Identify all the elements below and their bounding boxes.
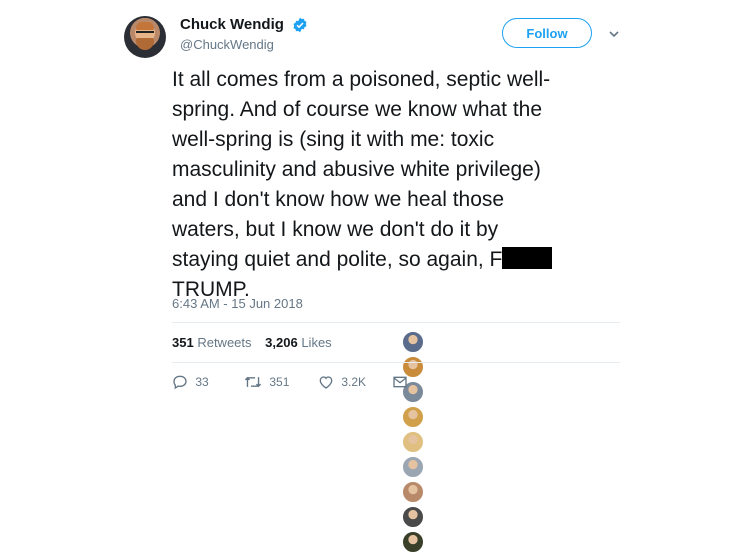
likes-stat[interactable]: 3,206 Likes bbox=[265, 330, 332, 356]
chevron-down-icon[interactable] bbox=[608, 28, 620, 40]
tweet-card: Chuck Wendig @ChuckWendig Follow It all … bbox=[110, 0, 630, 553]
tweet-text: It all comes from a poisoned, septic wel… bbox=[172, 65, 612, 305]
retweets-label: Retweets bbox=[197, 335, 252, 350]
tweet-text-line: spring. And of course we know what the bbox=[172, 98, 543, 121]
tweet-timestamp[interactable]: 6:43 AM - 15 Jun 2018 bbox=[172, 296, 303, 311]
reply-button[interactable]: 33 bbox=[172, 370, 209, 392]
tweet-text-line: It all comes from a poisoned, septic wel… bbox=[172, 68, 551, 91]
redaction-block bbox=[502, 247, 553, 269]
divider bbox=[172, 322, 620, 323]
reply-icon bbox=[173, 375, 187, 390]
tweet-text-line: masculinity and abusive white privilege) bbox=[172, 158, 541, 181]
liker-avatar[interactable] bbox=[402, 481, 424, 503]
like-button[interactable]: 3.2K bbox=[318, 370, 366, 392]
liker-avatars bbox=[402, 331, 427, 553]
liker-avatar[interactable] bbox=[402, 431, 424, 453]
liker-avatar[interactable] bbox=[402, 406, 424, 428]
author-name-block[interactable]: Chuck Wendig @ChuckWendig bbox=[180, 16, 308, 52]
heart-icon bbox=[319, 376, 333, 389]
retweet-count: 351 bbox=[269, 374, 290, 389]
likes-label: Likes bbox=[301, 335, 332, 350]
retweets-count: 351 bbox=[172, 335, 194, 350]
author-avatar[interactable] bbox=[124, 16, 166, 58]
tweet-text-line: and I don't know how we heal those bbox=[172, 188, 505, 211]
author-handle[interactable]: @ChuckWendig bbox=[180, 37, 308, 52]
direct-message-button[interactable] bbox=[392, 370, 408, 392]
tweet-text-line: waters, but I know we don't do it by bbox=[172, 218, 499, 241]
divider bbox=[172, 362, 620, 363]
follow-button[interactable]: Follow bbox=[502, 18, 592, 48]
retweets-stat[interactable]: 351 Retweets bbox=[172, 330, 252, 356]
liker-avatar[interactable] bbox=[402, 331, 424, 353]
author-display-name[interactable]: Chuck Wendig bbox=[180, 16, 284, 33]
engagement-stats: 351 Retweets 3,206 Likes bbox=[172, 330, 424, 553]
tweet-text-line: well-spring is (sing it with me: toxic bbox=[172, 128, 495, 151]
reply-count: 33 bbox=[195, 374, 209, 389]
liker-avatar[interactable] bbox=[402, 506, 424, 528]
retweet-button[interactable]: 351 bbox=[244, 370, 289, 392]
tweet-header: Chuck Wendig @ChuckWendig Follow bbox=[124, 10, 624, 62]
likes-count: 3,206 bbox=[265, 335, 298, 350]
verified-badge-icon bbox=[293, 17, 307, 33]
direct-message-icon bbox=[393, 376, 407, 388]
like-count: 3.2K bbox=[341, 374, 367, 389]
liker-avatar[interactable] bbox=[402, 531, 424, 553]
retweet-icon bbox=[244, 376, 262, 387]
liker-avatar[interactable] bbox=[402, 456, 424, 478]
tweet-text-line: staying quiet and polite, so again, F bbox=[172, 248, 503, 271]
